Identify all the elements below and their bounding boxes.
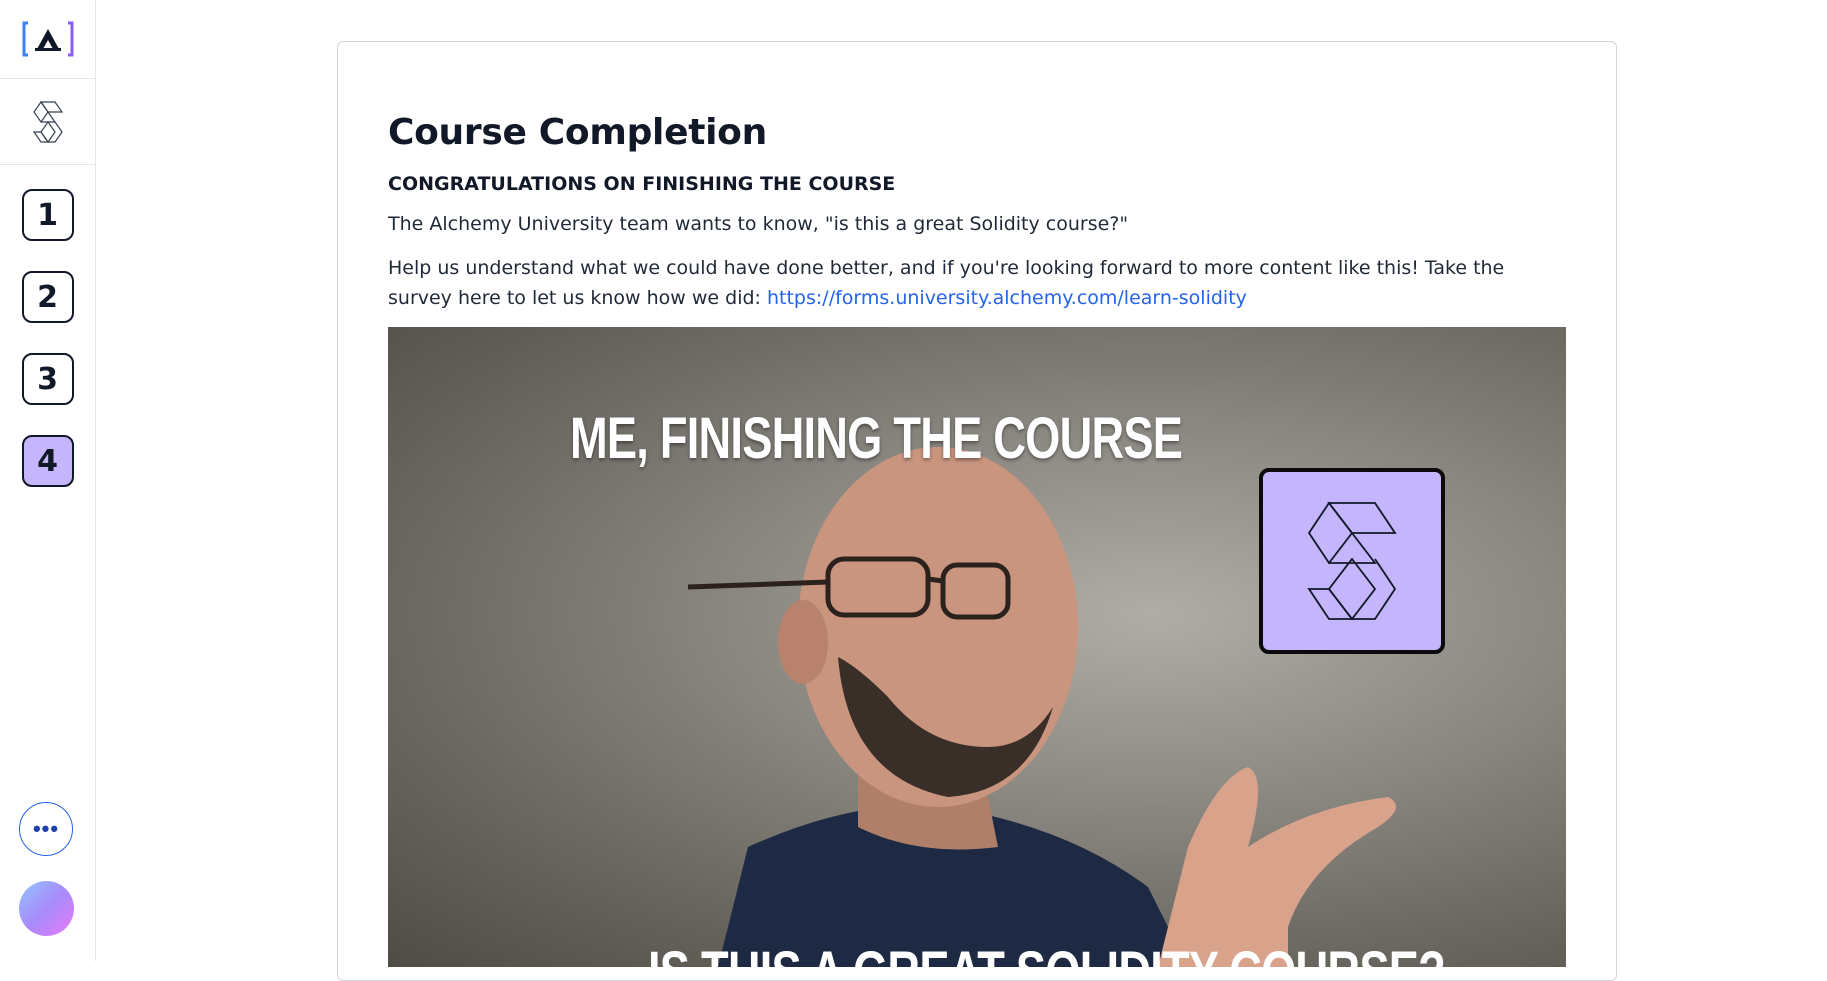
lesson-content: Course Completion CONGRATULATIONS ON FIN…: [388, 112, 1566, 313]
survey-link[interactable]: https://forms.university.alchemy.com/lea…: [767, 287, 1247, 309]
completion-video[interactable]: ME, FINISHING THE COURSE IS THIS A GREAT…: [388, 327, 1566, 967]
user-avatar[interactable]: [19, 881, 74, 936]
more-options-button[interactable]: •••: [19, 802, 73, 856]
alchemy-logo-icon: [22, 21, 73, 57]
solidity-logo-icon: [1307, 501, 1397, 621]
solidity-icon: [32, 100, 63, 143]
alchemy-logo[interactable]: [0, 0, 95, 79]
video-caption-bottom: IS THIS A GREAT SOLIDITY COURSE?: [648, 939, 1446, 967]
solidity-logo-box: [1259, 468, 1445, 654]
course-home-button[interactable]: [0, 79, 95, 165]
intro-paragraph: The Alchemy University team wants to kno…: [388, 213, 1129, 235]
ellipsis-icon: •••: [32, 816, 60, 841]
survey-paragraph: Help us understand what we could have do…: [388, 253, 1566, 313]
step-3-button[interactable]: 3: [21, 353, 74, 405]
page-title: Course Completion: [388, 112, 767, 153]
section-steps: 1 2 3 4: [0, 165, 95, 487]
step-1-button[interactable]: 1: [21, 189, 74, 241]
congratulations-heading: CONGRATULATIONS ON FINISHING THE COURSE: [388, 173, 896, 195]
sidebar: 1 2 3 4 •••: [0, 0, 96, 961]
video-caption-top: ME, FINISHING THE COURSE: [570, 406, 1183, 471]
step-2-button[interactable]: 2: [21, 271, 74, 323]
step-4-button[interactable]: 4: [21, 435, 74, 487]
